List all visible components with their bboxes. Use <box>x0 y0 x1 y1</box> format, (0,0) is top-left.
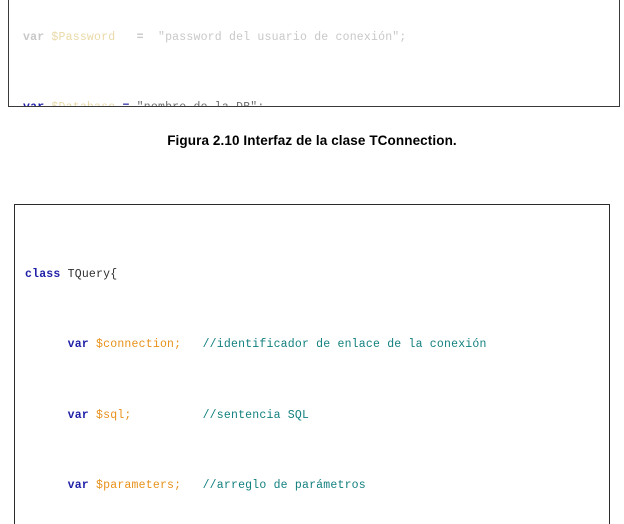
code-line: var $Password = "password del usuario de… <box>23 29 619 47</box>
code-line: var $Database = "nombre de la DB"; <box>23 99 619 106</box>
code-content: class TQuery{ var $connection; //identif… <box>15 205 609 524</box>
figure-caption: Figura 2.10 Interfaz de la clase TConnec… <box>167 133 457 148</box>
code-content: var $Password = "password del usuario de… <box>9 0 619 106</box>
token-identifier: TQuery{ <box>67 267 118 281</box>
token-comment: //arreglo de parámetros <box>202 478 366 492</box>
code-block-tconnection: var $Password = "password del usuario de… <box>8 0 620 107</box>
token-string: "nombre de la DB"; <box>137 101 265 106</box>
token-keyword: var <box>23 101 44 106</box>
code-block-tquery: class TQuery{ var $connection; //identif… <box>14 204 610 524</box>
code-line: var $connection; //identificador de enla… <box>25 336 609 354</box>
token-comment: //identificador de enlace de la conexión <box>202 338 487 352</box>
token-variable: $parameters; <box>96 478 182 492</box>
token-variable: $Database <box>51 101 115 106</box>
token-string: "password del usuario de conexión"; <box>157 30 407 44</box>
token-operator: = <box>136 30 144 44</box>
token-keyword: var <box>67 478 89 492</box>
code-line: var $sql; //sentencia SQL <box>25 407 609 425</box>
token-operator: = <box>122 101 129 106</box>
token-keyword: class <box>25 267 61 281</box>
code-line: class TQuery{ <box>25 266 609 284</box>
token-variable: $connection; <box>96 338 182 352</box>
token-keyword: var <box>67 408 89 422</box>
code-line: var $parameters; //arreglo de parámetros <box>25 477 609 495</box>
token-comment: //sentencia SQL <box>202 408 310 422</box>
token-keyword: var <box>67 338 89 352</box>
token-variable: $Password <box>51 30 116 44</box>
token-variable: $sql; <box>96 408 132 422</box>
token-keyword: var <box>23 30 45 44</box>
